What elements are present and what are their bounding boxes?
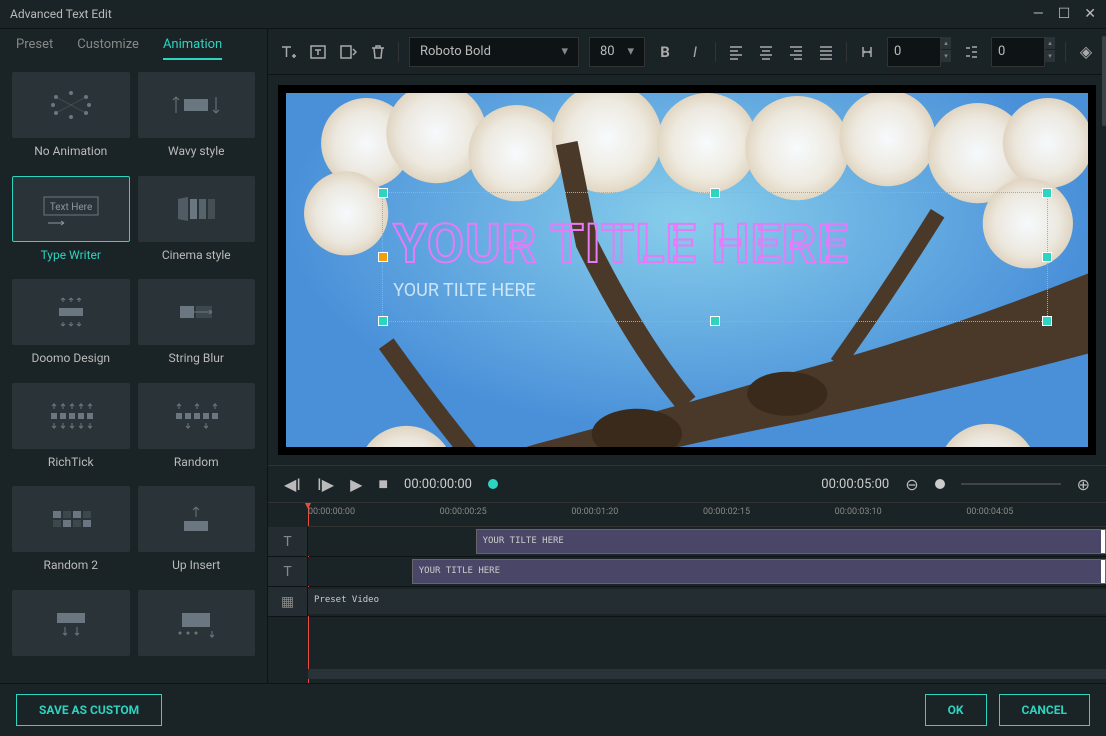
preset-wavy-style[interactable]: Wavy style xyxy=(138,72,256,168)
tab-animation[interactable]: Animation xyxy=(163,37,222,60)
bold-icon[interactable]: B xyxy=(655,42,675,62)
track-head-icon: ▦ xyxy=(268,587,308,616)
playback-controls: ◀Ⅰ Ⅰ▶ ▶ ■ 00:00:00:00 00:00:05:00 ⊖ ⊕ xyxy=(268,465,1106,503)
track-head-icon: T xyxy=(268,527,308,556)
progress-start-dot[interactable] xyxy=(488,479,498,489)
play-icon[interactable]: ▶ xyxy=(350,475,362,494)
save-custom-button[interactable]: SAVE AS CUSTOM xyxy=(16,694,162,726)
line-height-icon[interactable] xyxy=(961,42,981,62)
maximize-icon[interactable]: ☐ xyxy=(1058,6,1071,22)
preview-canvas[interactable]: YOUR TITLE HERE YOUR TILTE HERE xyxy=(278,85,1096,455)
timeline-scrollbar[interactable] xyxy=(308,669,1106,679)
step-fwd-icon[interactable]: Ⅰ▶ xyxy=(317,475,334,494)
align-center-icon[interactable] xyxy=(756,42,776,62)
preset-string-blur[interactable]: String Blur xyxy=(138,279,256,375)
duration-time: 00:00:05:00 xyxy=(821,477,889,492)
left-sidebar: Preset Customize Animation No AnimationW… xyxy=(0,29,268,683)
add-text-icon[interactable] xyxy=(278,42,298,62)
letter-spacing-input[interactable]: 0 xyxy=(887,37,941,67)
current-time: 00:00:00:00 xyxy=(404,477,472,492)
zoom-slider-handle[interactable] xyxy=(935,479,945,489)
timeline-ruler[interactable]: 00:00:00:00 00:00:00:25 00:00:01:20 00:00:0… xyxy=(308,503,1106,527)
timeline-clip[interactable]: YOUR TILTE HERE xyxy=(476,529,1106,554)
timeline-track: T YOUR TILTE HERE xyxy=(268,527,1106,557)
spacing-down[interactable]: ▾ xyxy=(941,50,951,62)
sidebar-tabs: Preset Customize Animation xyxy=(0,29,267,60)
tab-preset[interactable]: Preset xyxy=(16,37,53,60)
titlebar: Advanced Text Edit — ☐ ✕ xyxy=(0,0,1106,29)
line-height-input[interactable]: 0 xyxy=(991,37,1045,67)
preset-up-insert[interactable]: Up Insert xyxy=(138,486,256,582)
effects-icon[interactable]: ◈ xyxy=(1076,42,1096,62)
delete-icon[interactable] xyxy=(368,42,388,62)
window-title: Advanced Text Edit xyxy=(10,7,112,21)
title-bounding-box[interactable]: YOUR TITLE HERE YOUR TILTE HERE xyxy=(382,192,1048,322)
footer: SAVE AS CUSTOM OK CANCEL xyxy=(0,683,1106,736)
spacing-up[interactable]: ▴ xyxy=(941,37,951,49)
timeline-clip[interactable]: Preset Video xyxy=(308,589,1106,614)
preset-cinema-style[interactable]: Cinema style xyxy=(138,176,256,272)
font-dropdown[interactable]: Roboto Bold xyxy=(409,37,579,67)
preset-item-11[interactable] xyxy=(138,590,256,672)
cancel-button[interactable]: CANCEL xyxy=(999,694,1090,726)
preset-grid: No AnimationWavy styleText HereType Writ… xyxy=(0,60,267,683)
zoom-out-icon[interactable]: ⊖ xyxy=(905,475,918,494)
letter-spacing-icon[interactable] xyxy=(857,42,877,62)
ruler-tick: 00:00:00:25 xyxy=(440,507,487,517)
text-toolbar: Roboto Bold 80 B I 0 ▴▾ 0 ▴▾ xyxy=(268,29,1106,75)
align-left-icon[interactable] xyxy=(726,42,746,62)
svg-text:Text Here: Text Here xyxy=(49,202,92,213)
font-size-dropdown[interactable]: 80 xyxy=(589,37,645,67)
zoom-in-icon[interactable]: ⊕ xyxy=(1077,475,1090,494)
timeline-track: T YOUR TITLE HERE xyxy=(268,557,1106,587)
preset-richtick[interactable]: RichTick xyxy=(12,383,130,479)
lineheight-down[interactable]: ▾ xyxy=(1045,50,1055,62)
align-justify-icon[interactable] xyxy=(816,42,836,62)
preset-type-writer[interactable]: Text HereType Writer xyxy=(12,176,130,272)
stop-icon[interactable]: ■ xyxy=(378,474,388,494)
ok-button[interactable]: OK xyxy=(925,694,987,726)
ruler-tick: 00:00:01:20 xyxy=(571,507,618,517)
minimize-icon[interactable]: — xyxy=(1033,6,1044,22)
timeline: 00:00:00:00 00:00:00:25 00:00:01:20 00:00:0… xyxy=(268,503,1106,683)
zoom-slider[interactable] xyxy=(961,483,1061,485)
tab-customize[interactable]: Customize xyxy=(77,37,139,60)
track-head-icon: T xyxy=(268,557,308,586)
close-icon[interactable]: ✕ xyxy=(1084,6,1096,22)
text-box-icon[interactable] xyxy=(308,42,328,62)
title-text[interactable]: YOUR TITLE HERE xyxy=(393,213,1037,276)
ruler-tick: 00:00:03:10 xyxy=(835,507,882,517)
ruler-tick: 00:00:04:05 xyxy=(966,507,1013,517)
step-back-icon[interactable]: ◀Ⅰ xyxy=(284,475,301,494)
align-right-icon[interactable] xyxy=(786,42,806,62)
ruler-tick: 00:00:00:00 xyxy=(308,507,355,517)
preset-random-2[interactable]: Random 2 xyxy=(12,486,130,582)
subtitle-text[interactable]: YOUR TILTE HERE xyxy=(393,280,1037,301)
italic-icon[interactable]: I xyxy=(685,42,705,62)
ruler-tick: 00:00:02:15 xyxy=(703,507,750,517)
timeline-track: ▦Preset Video xyxy=(268,587,1106,617)
timeline-clip[interactable]: YOUR TITLE HERE xyxy=(412,559,1106,584)
preset-random[interactable]: Random xyxy=(138,383,256,479)
lineheight-up[interactable]: ▴ xyxy=(1045,37,1055,49)
preset-doomo-design[interactable]: Doomo Design xyxy=(12,279,130,375)
text-shape-icon[interactable] xyxy=(338,42,358,62)
preset-item-10[interactable] xyxy=(12,590,130,672)
preset-no-animation[interactable]: No Animation xyxy=(12,72,130,168)
